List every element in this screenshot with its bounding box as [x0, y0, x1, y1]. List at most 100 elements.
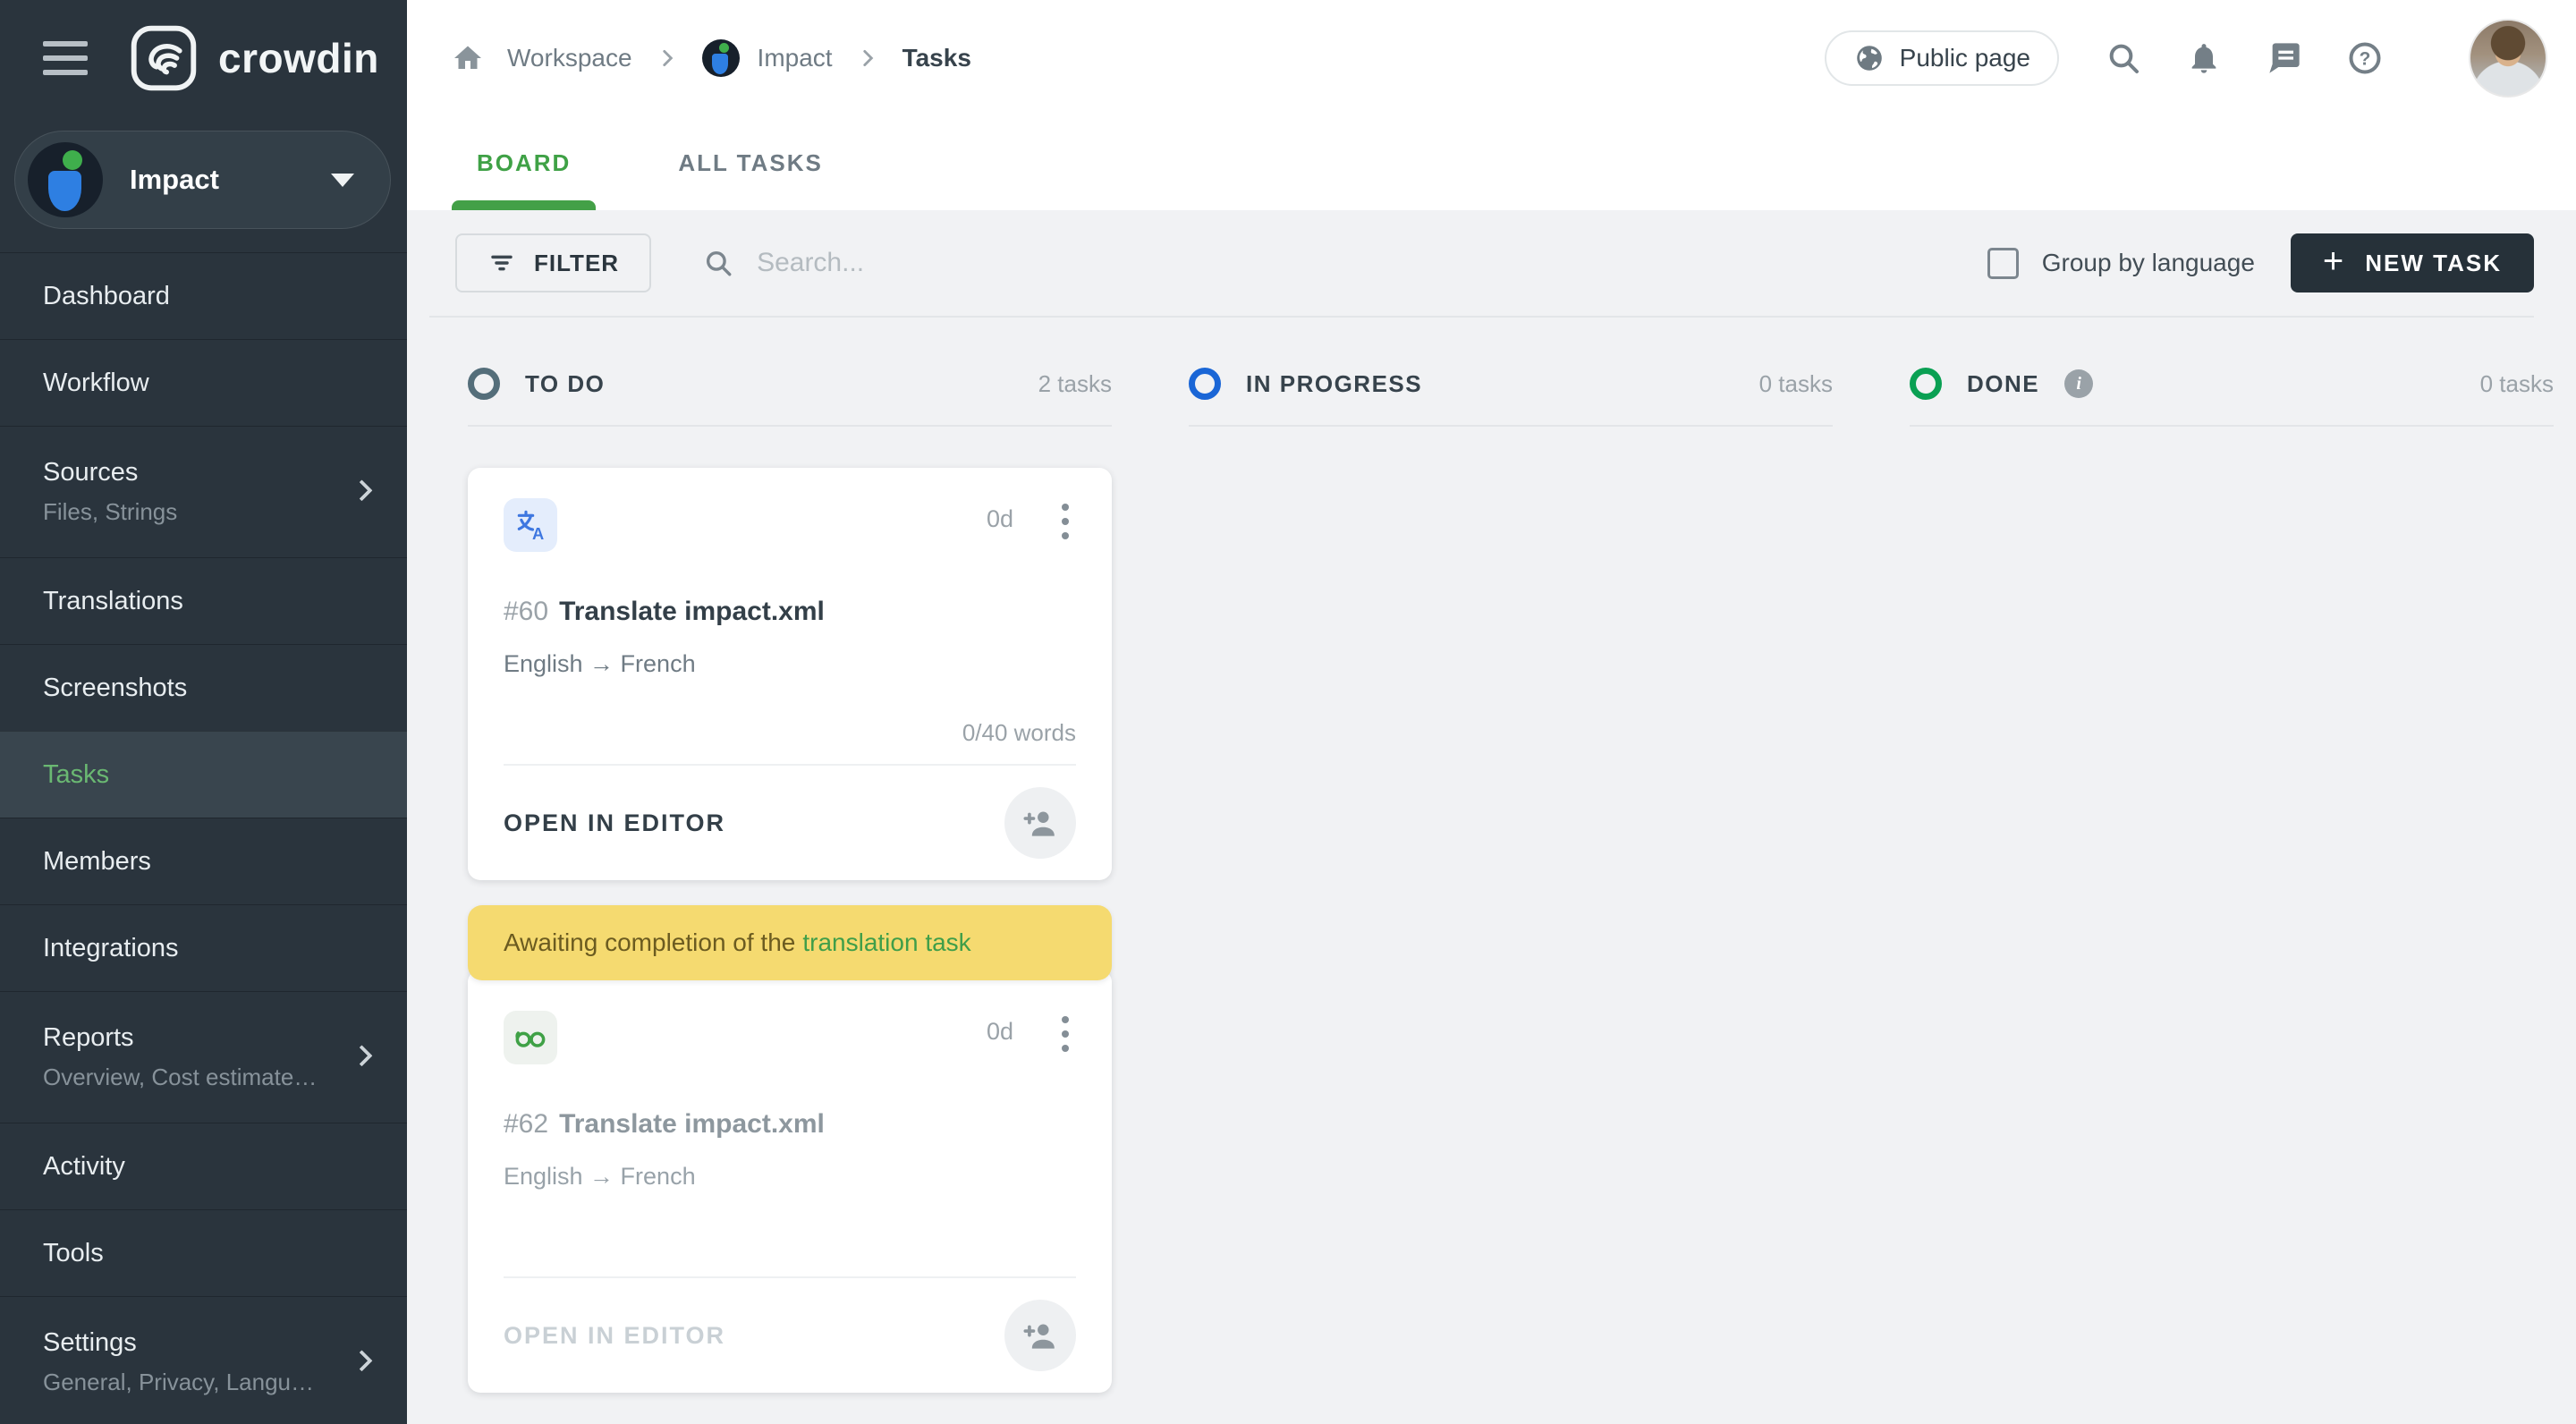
user-avatar[interactable] [2469, 19, 2547, 97]
info-icon[interactable]: i [2064, 369, 2094, 398]
breadcrumb-current: Tasks [902, 44, 971, 72]
blocked-banner-text: Awaiting completion of the [504, 928, 796, 956]
chevron-right-icon [351, 1045, 373, 1067]
assign-person-button[interactable] [1004, 1300, 1076, 1371]
translate-task-icon: A [504, 498, 557, 552]
main-area: Workspace Impact Tasks Public page ? BOA… [407, 0, 2576, 1424]
sidebar-item-sources[interactable]: Sources Files, Strings [0, 426, 407, 557]
sidebar-item-workflow[interactable]: Workflow [0, 339, 407, 426]
sidebar-item-tools[interactable]: Tools [0, 1209, 407, 1296]
in-progress-count: 0 tasks [1758, 369, 1833, 397]
app-root: crowdin Impact Dashboard Workflow Source… [0, 0, 2576, 1424]
task-word-count: 0/40 words [962, 719, 1076, 746]
task-title[interactable]: #62 Translate impact.xml [504, 1109, 1076, 1140]
filter-button[interactable]: FILTER [455, 233, 652, 292]
sidebar-item-activity[interactable]: Activity [0, 1123, 407, 1209]
search-icon[interactable] [2106, 40, 2141, 76]
task-id: #62 [504, 1109, 549, 1139]
chevron-right-icon [351, 479, 373, 502]
task-board: TO DO 2 tasks A 0d #60 Translate impact.… [407, 318, 2576, 1424]
help-icon[interactable]: ? [2347, 40, 2383, 76]
search-icon [707, 250, 732, 276]
breadcrumb: Workspace Impact Tasks [452, 39, 971, 77]
home-icon[interactable] [452, 42, 484, 74]
plus-icon: + [2322, 242, 2346, 281]
project-avatar [28, 142, 103, 217]
sidebar-top: crowdin [0, 0, 407, 116]
task-languages: English → French [504, 650, 696, 677]
task-card-62[interactable]: 0d #62 Translate impact.xml English → Fre… [468, 970, 1112, 1393]
project-avatar [701, 39, 740, 77]
task-word-count [504, 1232, 1076, 1262]
sidebar-nav: Dashboard Workflow Sources Files, String… [0, 252, 407, 1424]
column-done: DONE i 0 tasks [1910, 368, 2554, 427]
sidebar-item-members[interactable]: Members [0, 818, 407, 904]
project-selector[interactable]: Impact [14, 131, 391, 229]
search-input[interactable] [757, 248, 1384, 278]
topbar-icons: ? [2106, 19, 2547, 97]
column-todo-header: TO DO 2 tasks [468, 368, 1112, 427]
chevron-right-icon [656, 47, 679, 70]
chat-icon[interactable] [2267, 40, 2302, 76]
project-name: Impact [130, 164, 219, 195]
topbar: Workspace Impact Tasks Public page ? [407, 0, 2576, 116]
person-add-icon [1023, 811, 1055, 836]
tab-board[interactable]: BOARD [452, 116, 597, 210]
sidebar-item-dashboard[interactable]: Dashboard [0, 252, 407, 339]
in-progress-status-icon [1189, 368, 1221, 400]
active-tab-underline [452, 200, 597, 210]
sidebar-item-settings[interactable]: Settings General, Privacy, Languages, Q… [0, 1296, 407, 1424]
task-card-60[interactable]: A 0d #60 Translate impact.xml English → F… [468, 468, 1112, 880]
proofread-task-icon [504, 1011, 557, 1064]
sidebar-item-settings-subtitle: General, Privacy, Languages, Q… [43, 1369, 318, 1395]
sidebar-item-translations[interactable]: Translations [0, 557, 407, 644]
svg-text:A: A [532, 524, 544, 543]
person-add-icon [1023, 1324, 1055, 1349]
todo-status-icon [468, 368, 500, 400]
open-in-editor-link-disabled: OPEN IN EDITOR [504, 1321, 726, 1349]
new-task-button[interactable]: + NEW TASK [2290, 233, 2534, 292]
toolbar-wrap: FILTER Group by language + NEW TASK [407, 210, 2576, 318]
kebab-menu-icon[interactable] [1055, 498, 1076, 545]
toolbar: FILTER Group by language + NEW TASK [429, 210, 2534, 318]
task-duration: 0d [986, 1018, 1013, 1045]
done-status-icon [1910, 368, 1942, 400]
group-by-language-checkbox[interactable] [1987, 247, 2019, 279]
todo-cards: A 0d #60 Translate impact.xml English → F… [468, 468, 1112, 1393]
tab-all-tasks[interactable]: ALL TASKS [653, 116, 847, 210]
sidebar-item-tasks[interactable]: Tasks [0, 731, 407, 818]
group-by-language-label: Group by language [2041, 249, 2255, 276]
public-page-button[interactable]: Public page [1824, 30, 2059, 86]
crowdin-logo[interactable]: crowdin [129, 23, 379, 93]
done-count: 0 tasks [2479, 369, 2554, 397]
open-in-editor-link[interactable]: OPEN IN EDITOR [504, 809, 725, 837]
chevron-right-icon [856, 47, 879, 70]
assign-person-button[interactable] [1004, 787, 1076, 859]
svg-text:?: ? [2360, 49, 2371, 70]
breadcrumb-project[interactable]: Impact [701, 39, 833, 77]
sidebar-item-reports[interactable]: Reports Overview, Cost estimate, Transl… [0, 991, 407, 1123]
sidebar-item-screenshots[interactable]: Screenshots [0, 644, 407, 731]
globe-icon [1856, 46, 1882, 71]
translation-task-link[interactable]: translation task [802, 928, 970, 956]
sidebar-item-integrations[interactable]: Integrations [0, 904, 407, 991]
chevron-down-icon [331, 173, 354, 187]
tab-bar: BOARD ALL TASKS [407, 116, 2576, 210]
column-in-progress-header: IN PROGRESS 0 tasks [1189, 368, 1833, 427]
column-in-progress: IN PROGRESS 0 tasks [1189, 368, 1833, 427]
notifications-bell-icon[interactable] [2186, 40, 2222, 76]
sidebar: crowdin Impact Dashboard Workflow Source… [0, 0, 407, 1424]
kebab-menu-icon[interactable] [1055, 1011, 1076, 1057]
breadcrumb-workspace[interactable]: Workspace [507, 44, 632, 72]
chevron-right-icon [351, 1350, 373, 1372]
column-todo: TO DO 2 tasks A 0d #60 Translate impact.… [468, 368, 1112, 1393]
toolbar-search [703, 248, 1987, 278]
task-id: #60 [504, 597, 549, 626]
filter-icon [491, 255, 513, 271]
task-duration: 0d [986, 505, 1013, 532]
hamburger-menu-icon[interactable] [43, 41, 88, 75]
task-title[interactable]: #60 Translate impact.xml [504, 597, 1076, 627]
column-done-header: DONE i 0 tasks [1910, 368, 2554, 427]
sidebar-item-reports-subtitle: Overview, Cost estimate, Transl… [43, 1064, 318, 1090]
group-by-language-toggle[interactable]: Group by language [1987, 247, 2255, 279]
